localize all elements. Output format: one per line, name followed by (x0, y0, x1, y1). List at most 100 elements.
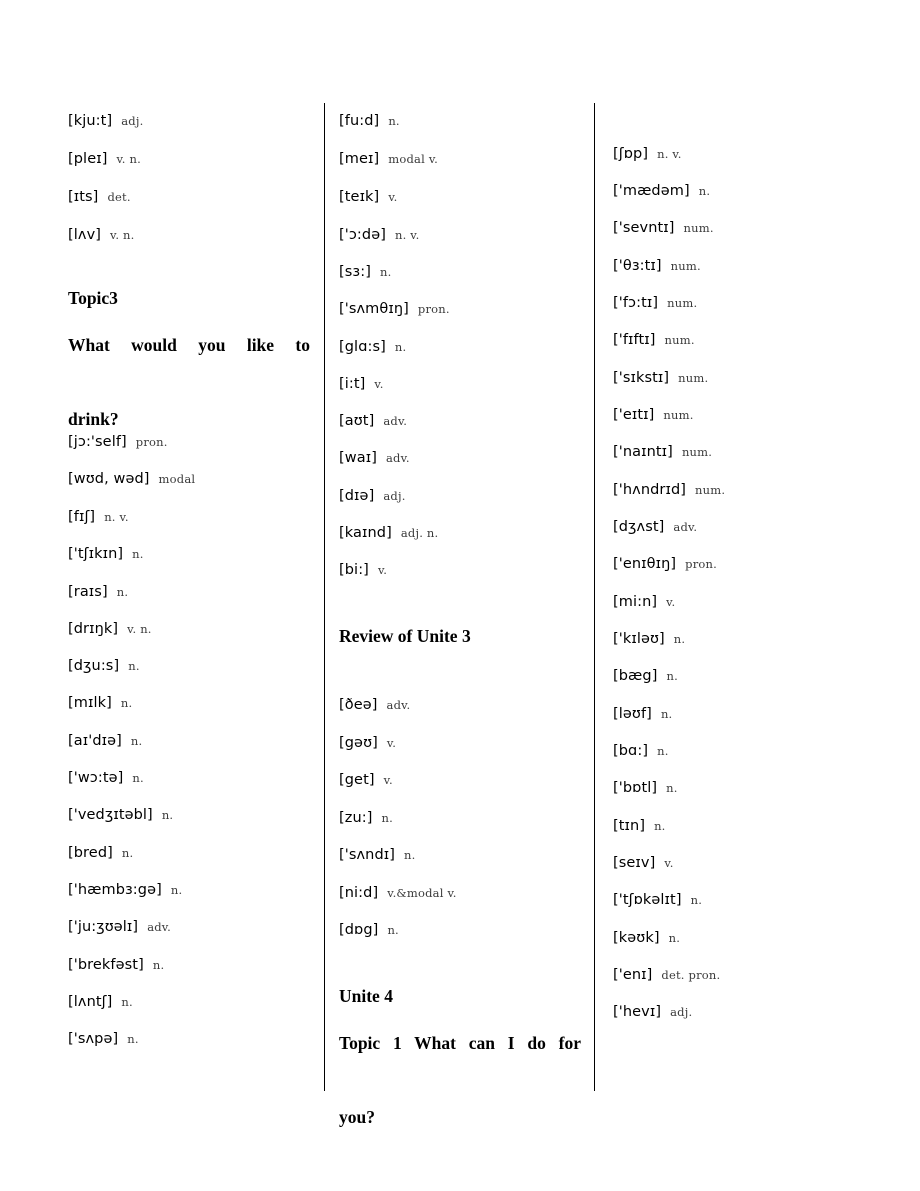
vocabulary-entry: [bi:] v. (339, 561, 387, 578)
part-of-speech-tag: num. (664, 333, 695, 347)
section-heading-line: What would you like to (68, 335, 310, 355)
ipa-transcription: [pleɪ] (68, 151, 108, 167)
vocabulary-entry: [bred] n. (68, 844, 133, 861)
ipa-transcription: [gəʊ] (339, 735, 378, 751)
ipa-transcription: [dʒʌst] (613, 519, 665, 535)
vocabulary-entry: ['ju:ʒʊəlɪ] adv. (68, 918, 171, 935)
part-of-speech-tag: n. (690, 893, 703, 907)
vocabulary-entry: [mi:n] v. (613, 593, 675, 610)
part-of-speech-tag: num. (681, 445, 713, 459)
part-of-speech-tag: n. (387, 923, 399, 937)
column-divider-1 (324, 103, 325, 1091)
vocabulary-entry: [dɪə] adj. (339, 487, 406, 504)
ipa-transcription: ['eɪtɪ] (613, 407, 655, 423)
vocabulary-entry: [bɑ:] n. (613, 742, 669, 759)
part-of-speech-tag: n. (132, 771, 144, 785)
part-of-speech-tag: num. (670, 259, 701, 273)
vocabulary-entry: ['fɪftɪ] num. (613, 331, 695, 348)
part-of-speech-tag: num. (663, 408, 694, 422)
part-of-speech-tag: det. pron. (661, 968, 721, 982)
ipa-transcription: [dʒu:s] (68, 658, 120, 674)
part-of-speech-tag: v. n. (127, 622, 152, 636)
part-of-speech-tag: num. (678, 371, 709, 385)
part-of-speech-tag: v. (374, 377, 384, 391)
ipa-transcription: [ðeə] (339, 697, 378, 713)
ipa-transcription: ['sɪkstɪ] (613, 370, 670, 386)
vocabulary-entry: [kaɪnd] adj. n. (339, 524, 438, 541)
vocabulary-entry: [aʊt] adv. (339, 412, 407, 429)
part-of-speech-tag: adv. (147, 920, 171, 934)
vocabulary-entry: [meɪ] modal v. (339, 150, 438, 167)
ipa-transcription: ['wɔ:tə] (68, 770, 124, 786)
part-of-speech-tag: adv. (383, 414, 408, 428)
part-of-speech-tag: v.&modal v. (387, 886, 457, 900)
part-of-speech-tag: v. (666, 595, 676, 609)
ipa-transcription: [seɪv] (613, 855, 656, 871)
part-of-speech-tag: n. (130, 734, 143, 748)
part-of-speech-tag: num. (683, 221, 714, 235)
vocabulary-entry: ['tʃɪkɪn] n. (68, 545, 144, 562)
ipa-transcription: ['brekfəst] (68, 957, 144, 973)
part-of-speech-tag: n. (121, 846, 134, 860)
part-of-speech-tag: n. (381, 811, 393, 825)
ipa-transcription: [ni:d] (339, 885, 379, 901)
ipa-transcription: [kju:t] (68, 113, 113, 129)
part-of-speech-tag: n. (116, 585, 129, 599)
ipa-transcription: [get] (339, 772, 375, 788)
ipa-transcription: [fɪʃ] (68, 509, 96, 525)
ipa-transcription: ['sʌpə] (68, 1031, 119, 1047)
ipa-transcription: [sɜ:] (339, 264, 371, 280)
ipa-transcription: ['bɒtl] (613, 780, 658, 796)
ipa-transcription: ['mædəm] (613, 183, 690, 199)
vocabulary-entry: [lʌntʃ] n. (68, 993, 133, 1010)
part-of-speech-tag: v. (377, 563, 388, 577)
part-of-speech-tag: pron. (417, 302, 450, 316)
column-divider-2 (594, 103, 595, 1091)
vocabulary-entry: [jɔ:'self] pron. (68, 433, 168, 450)
ipa-transcription: [wʊd, wəd] (68, 471, 150, 487)
ipa-transcription: [lʌntʃ] (68, 994, 113, 1010)
ipa-transcription: ['sevntɪ] (613, 220, 675, 236)
ipa-transcription: [bi:] (339, 562, 369, 578)
ipa-transcription: [raɪs] (68, 584, 108, 600)
document-page: [kju:t] adj. [pleɪ] v. n. [ɪts] det. [lʌv] v. n… (0, 0, 920, 1191)
vocabulary-entry: ['vedʒɪtəbl] n. (68, 806, 173, 823)
vocabulary-entry: [gəʊ] v. (339, 734, 396, 751)
part-of-speech-tag: n. (698, 184, 711, 198)
ipa-transcription: ['kɪləʊ] (613, 631, 665, 647)
part-of-speech-tag: adv. (673, 520, 698, 534)
ipa-transcription: [meɪ] (339, 151, 380, 167)
vocabulary-entry: ['ɔ:də] n. v. (339, 226, 420, 243)
ipa-transcription: [drɪŋk] (68, 621, 119, 637)
vocabulary-entry: [i:t] v. (339, 375, 384, 392)
section-heading-line: Topic 1 What can I do for (339, 1033, 581, 1053)
ipa-transcription: [ʃɒp] (613, 146, 649, 162)
part-of-speech-tag: n. v. (657, 147, 682, 161)
vocabulary-entry: [ʃɒp] n. v. (613, 145, 682, 162)
ipa-transcription: [lʌv] (68, 227, 102, 243)
part-of-speech-tag: det. (107, 190, 131, 204)
vocabulary-entry: ['fɔ:tɪ] num. (613, 294, 697, 311)
vocabulary-entry: ['kɪləʊ] n. (613, 630, 685, 647)
part-of-speech-tag: v. (388, 190, 398, 204)
vocabulary-entry: [seɪv] v. (613, 854, 674, 871)
ipa-transcription: ['enɪθɪŋ] (613, 556, 677, 572)
vocabulary-entry: ['sʌndɪ] n. (339, 846, 416, 863)
part-of-speech-tag: pron. (135, 435, 168, 449)
vocabulary-entry: [aɪ'dɪə] n. (68, 732, 142, 749)
ipa-transcription: [fu:d] (339, 113, 380, 129)
vocabulary-entry: [pleɪ] v. n. (68, 150, 141, 167)
ipa-transcription: [aɪ'dɪə] (68, 733, 122, 749)
vocabulary-entry: [lʌv] v. n. (68, 226, 135, 243)
part-of-speech-tag: adj. (670, 1005, 693, 1019)
part-of-speech-tag: v. n. (116, 152, 141, 166)
ipa-transcription: ['fɪftɪ] (613, 332, 656, 348)
vocabulary-entry: ['sʌpə] n. (68, 1030, 139, 1047)
part-of-speech-tag: pron. (685, 557, 718, 571)
vocabulary-entry: [dɒg] n. (339, 921, 399, 938)
part-of-speech-tag: modal v. (388, 152, 439, 166)
part-of-speech-tag: n. (161, 808, 174, 822)
vocabulary-entry: [mɪlk] n. (68, 694, 132, 711)
vocabulary-entry: [fɪʃ] n. v. (68, 508, 129, 525)
part-of-speech-tag: adv. (386, 698, 411, 712)
